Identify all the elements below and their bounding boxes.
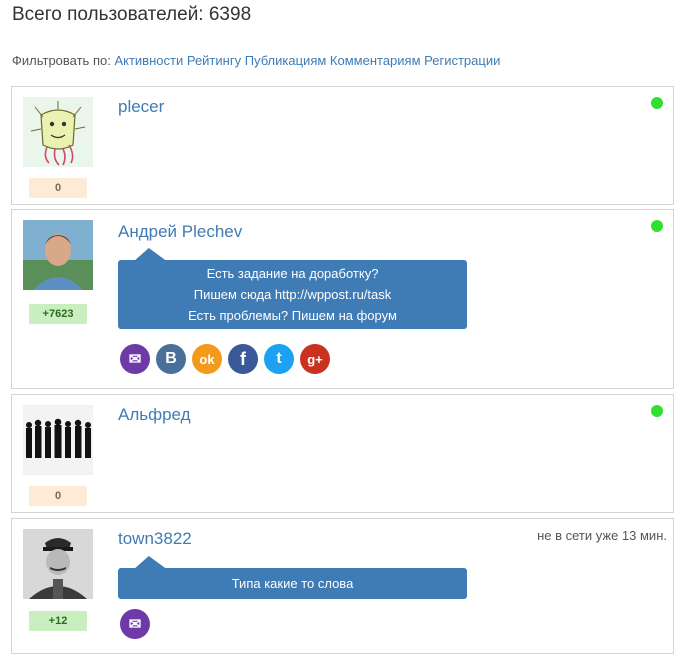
last-seen-status: не в сети уже 13 мин.: [537, 528, 667, 543]
user-card: 0 plecer: [11, 86, 674, 205]
status-line: Пишем сюда http://wppost.ru/task: [193, 287, 392, 302]
avatar[interactable]: [23, 529, 93, 599]
mail-icon[interactable]: ✉: [120, 344, 150, 374]
user-card: +12 town3822 не в сети уже 13 мин. Типа …: [11, 518, 674, 654]
monster-drawing-avatar: [23, 97, 93, 167]
username-link[interactable]: plecer: [118, 97, 164, 117]
bubble-tail: [135, 248, 171, 260]
filter-by-registration[interactable]: Регистрации: [424, 53, 500, 68]
filter-by-rating[interactable]: Рейтингу: [187, 53, 241, 68]
status-line: Типа какие то слова: [231, 576, 354, 591]
social-links: ✉ B ok f t g+: [120, 344, 330, 374]
online-status-dot: [651, 220, 663, 232]
vk-icon[interactable]: B: [156, 344, 186, 374]
rating-badge: +12: [29, 611, 87, 631]
user-card: +7623 Андрей Plechev Есть задание на дор…: [11, 209, 674, 389]
user-card: 0 Альфред: [11, 394, 674, 513]
status-message: Есть задание на доработку? Пишем сюда ht…: [118, 248, 467, 329]
avatar[interactable]: [23, 405, 93, 475]
facebook-icon[interactable]: f: [228, 344, 258, 374]
status-line: Есть проблемы? Пишем на форум: [188, 308, 397, 323]
page-title: Всего пользователей: 6398: [12, 4, 252, 25]
status-message: Типа какие то слова: [118, 556, 467, 599]
social-links: ✉: [120, 609, 150, 639]
online-status-dot: [651, 405, 663, 417]
twitter-icon[interactable]: t: [264, 344, 294, 374]
avatar[interactable]: [23, 97, 93, 167]
filter-by-activity[interactable]: Активности: [114, 53, 183, 68]
mail-icon[interactable]: ✉: [120, 609, 150, 639]
username-link[interactable]: Альфред: [118, 405, 191, 425]
filter-label: Фильтровать по:: [12, 53, 111, 68]
status-line: Есть задание на доработку?: [206, 266, 379, 281]
odnoklassniki-icon[interactable]: ok: [192, 344, 222, 374]
filter-bar: Фильтровать по: Активности Рейтингу Публ…: [12, 53, 500, 68]
stalin-portrait-avatar: [23, 529, 93, 599]
username-link[interactable]: Андрей Plechev: [118, 222, 242, 242]
username-link[interactable]: town3822: [118, 529, 192, 549]
rating-badge: 0: [29, 178, 87, 198]
filter-by-publications[interactable]: Публикациям: [245, 53, 327, 68]
silhouettes-avatar: [23, 405, 93, 475]
online-status-dot: [651, 97, 663, 109]
man-portrait-avatar: [23, 220, 93, 290]
rating-badge: 0: [29, 486, 87, 506]
filter-by-comments[interactable]: Комментариям: [330, 53, 421, 68]
rating-badge: +7623: [29, 304, 87, 324]
avatar[interactable]: [23, 220, 93, 290]
bubble-tail: [135, 556, 171, 568]
google-plus-icon[interactable]: g+: [300, 344, 330, 374]
